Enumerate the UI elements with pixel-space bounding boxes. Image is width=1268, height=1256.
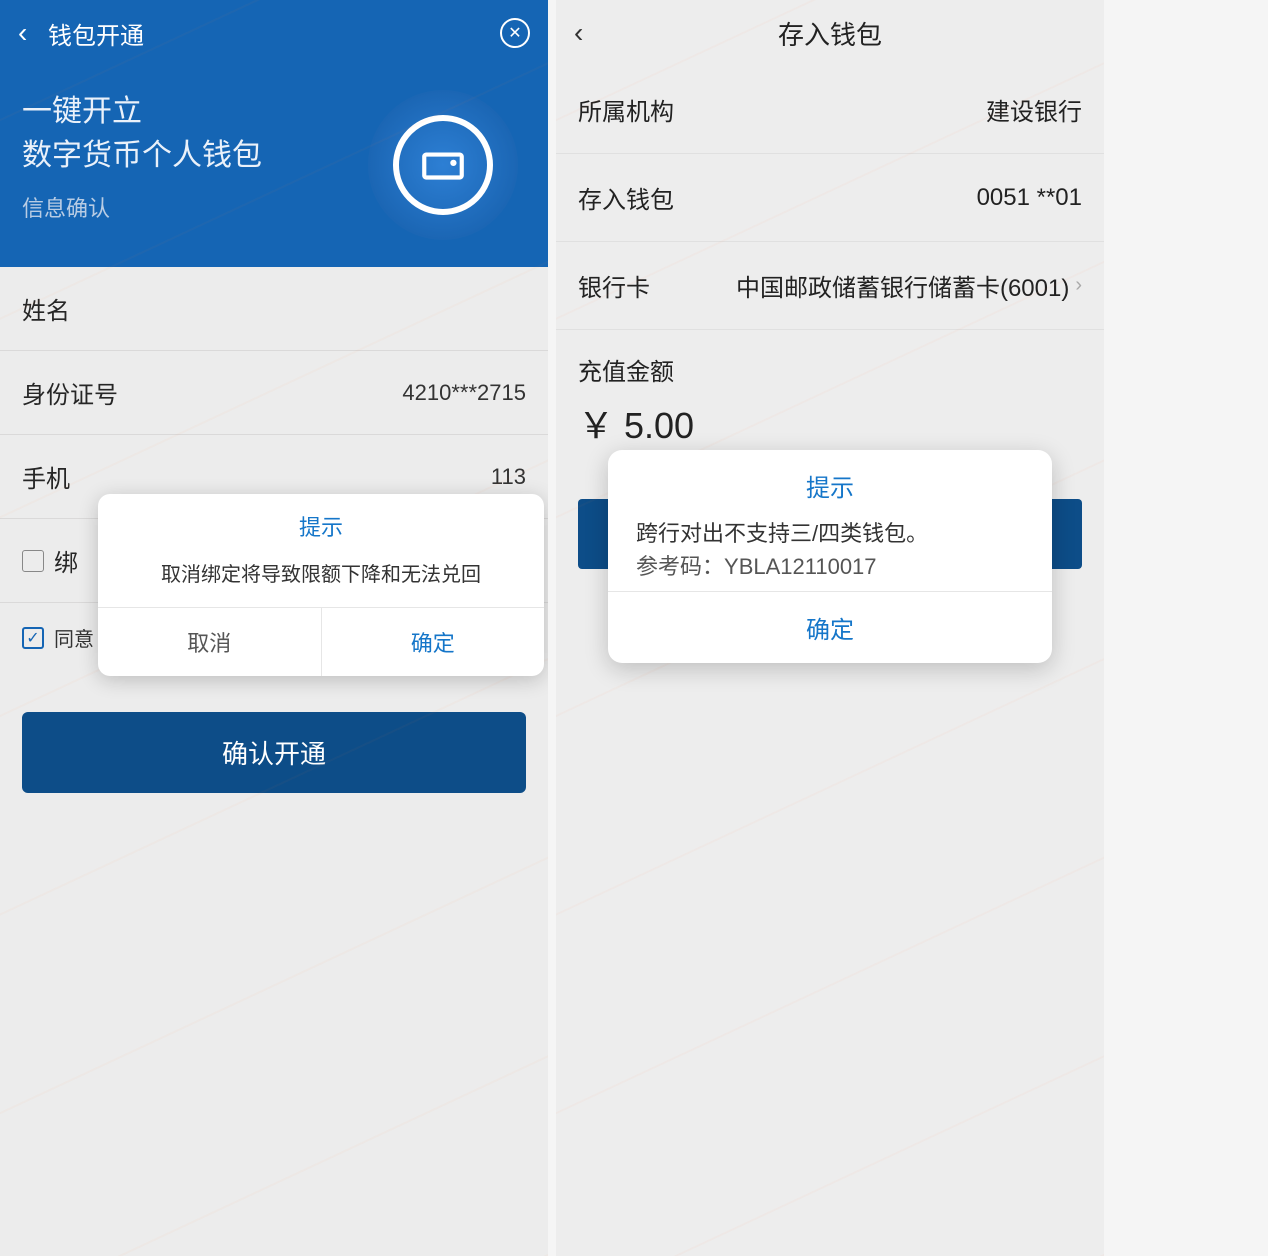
id-value: 4210***2715 (402, 380, 526, 406)
org-value: 建设银行 (986, 92, 1082, 127)
hero-banner: 一键开立 数字货币个人钱包 信息确认 (0, 66, 548, 267)
ref-label: 参考码： (636, 554, 724, 579)
row-id[interactable]: 身份证号 4210***2715 (0, 351, 548, 435)
wallet-label: 存入钱包 (578, 180, 674, 215)
id-label: 身份证号 (22, 375, 118, 410)
card-value: 中国邮政储蓄银行储蓄卡(6001) (736, 268, 1069, 303)
row-org: 所属机构 建设银行 (556, 66, 1104, 154)
back-icon[interactable]: ‹ (574, 17, 614, 49)
dialog-ok-button[interactable]: 确定 (322, 608, 545, 676)
card-label: 银行卡 (578, 268, 650, 303)
chevron-right-icon: › (1075, 274, 1082, 297)
phone-value: 113 (491, 464, 526, 490)
dialog-buttons: 取消 确定 (98, 607, 544, 676)
wallet-icon (368, 90, 518, 240)
header-bar: ‹ 钱包开通 ✕ (0, 0, 548, 66)
dialog-cancel-button[interactable]: 取消 (98, 608, 322, 676)
hero-line1: 一键开立 (22, 95, 142, 128)
bind-checkbox-icon[interactable] (22, 550, 44, 572)
alert-dialog: 提示 取消绑定将导致限额下降和无法兑回 取消 确定 (98, 494, 544, 676)
dialog-message-text: 跨行对出不支持三/四类钱包。 (636, 521, 928, 546)
agree-label: 同意 (54, 623, 94, 652)
back-icon[interactable]: ‹ (18, 17, 48, 49)
row-card[interactable]: 银行卡 中国邮政储蓄银行储蓄卡(6001) › (556, 242, 1104, 330)
ref-code: YBLA12110017 (724, 554, 877, 579)
name-label: 姓名 (22, 291, 70, 326)
hero-line2: 数字货币个人钱包 (22, 139, 262, 172)
right-screen: ‹ 存入钱包 所属机构 建设银行 存入钱包 0051 **01 银行卡 中国邮政… (556, 0, 1104, 1256)
dialog-title: 提示 (608, 450, 1052, 513)
close-icon[interactable]: ✕ (500, 18, 530, 48)
dialog-message: 取消绑定将导致限额下降和无法兑回 (98, 552, 544, 607)
detail-list: 所属机构 建设银行 存入钱包 0051 **01 银行卡 中国邮政储蓄银行储蓄卡… (556, 66, 1104, 330)
header-title: 存入钱包 (614, 15, 1046, 52)
bind-label: 绑 (54, 543, 78, 578)
phone-label: 手机 (22, 459, 70, 494)
amount-label: 充值金额 (556, 330, 1104, 393)
agree-checkbox-icon[interactable]: ✓ (22, 627, 44, 649)
dialog-ok-button[interactable]: 确定 (608, 591, 1052, 663)
dialog-message: 跨行对出不支持三/四类钱包。 参考码：YBLA12110017 (608, 513, 1052, 591)
org-label: 所属机构 (578, 92, 674, 127)
header-title: 钱包开通 (48, 16, 500, 51)
row-wallet: 存入钱包 0051 **01 (556, 154, 1104, 242)
header-bar: ‹ 存入钱包 (556, 0, 1104, 66)
wallet-value: 0051 **01 (977, 184, 1082, 212)
alert-dialog: 提示 跨行对出不支持三/四类钱包。 参考码：YBLA12110017 确定 (608, 450, 1052, 663)
confirm-open-button[interactable]: 确认开通 (22, 712, 526, 793)
left-screen: ‹ 钱包开通 ✕ 一键开立 数字货币个人钱包 信息确认 姓名 身份证号 4210… (0, 0, 548, 1256)
row-name[interactable]: 姓名 (0, 267, 548, 351)
dialog-title: 提示 (98, 494, 544, 552)
